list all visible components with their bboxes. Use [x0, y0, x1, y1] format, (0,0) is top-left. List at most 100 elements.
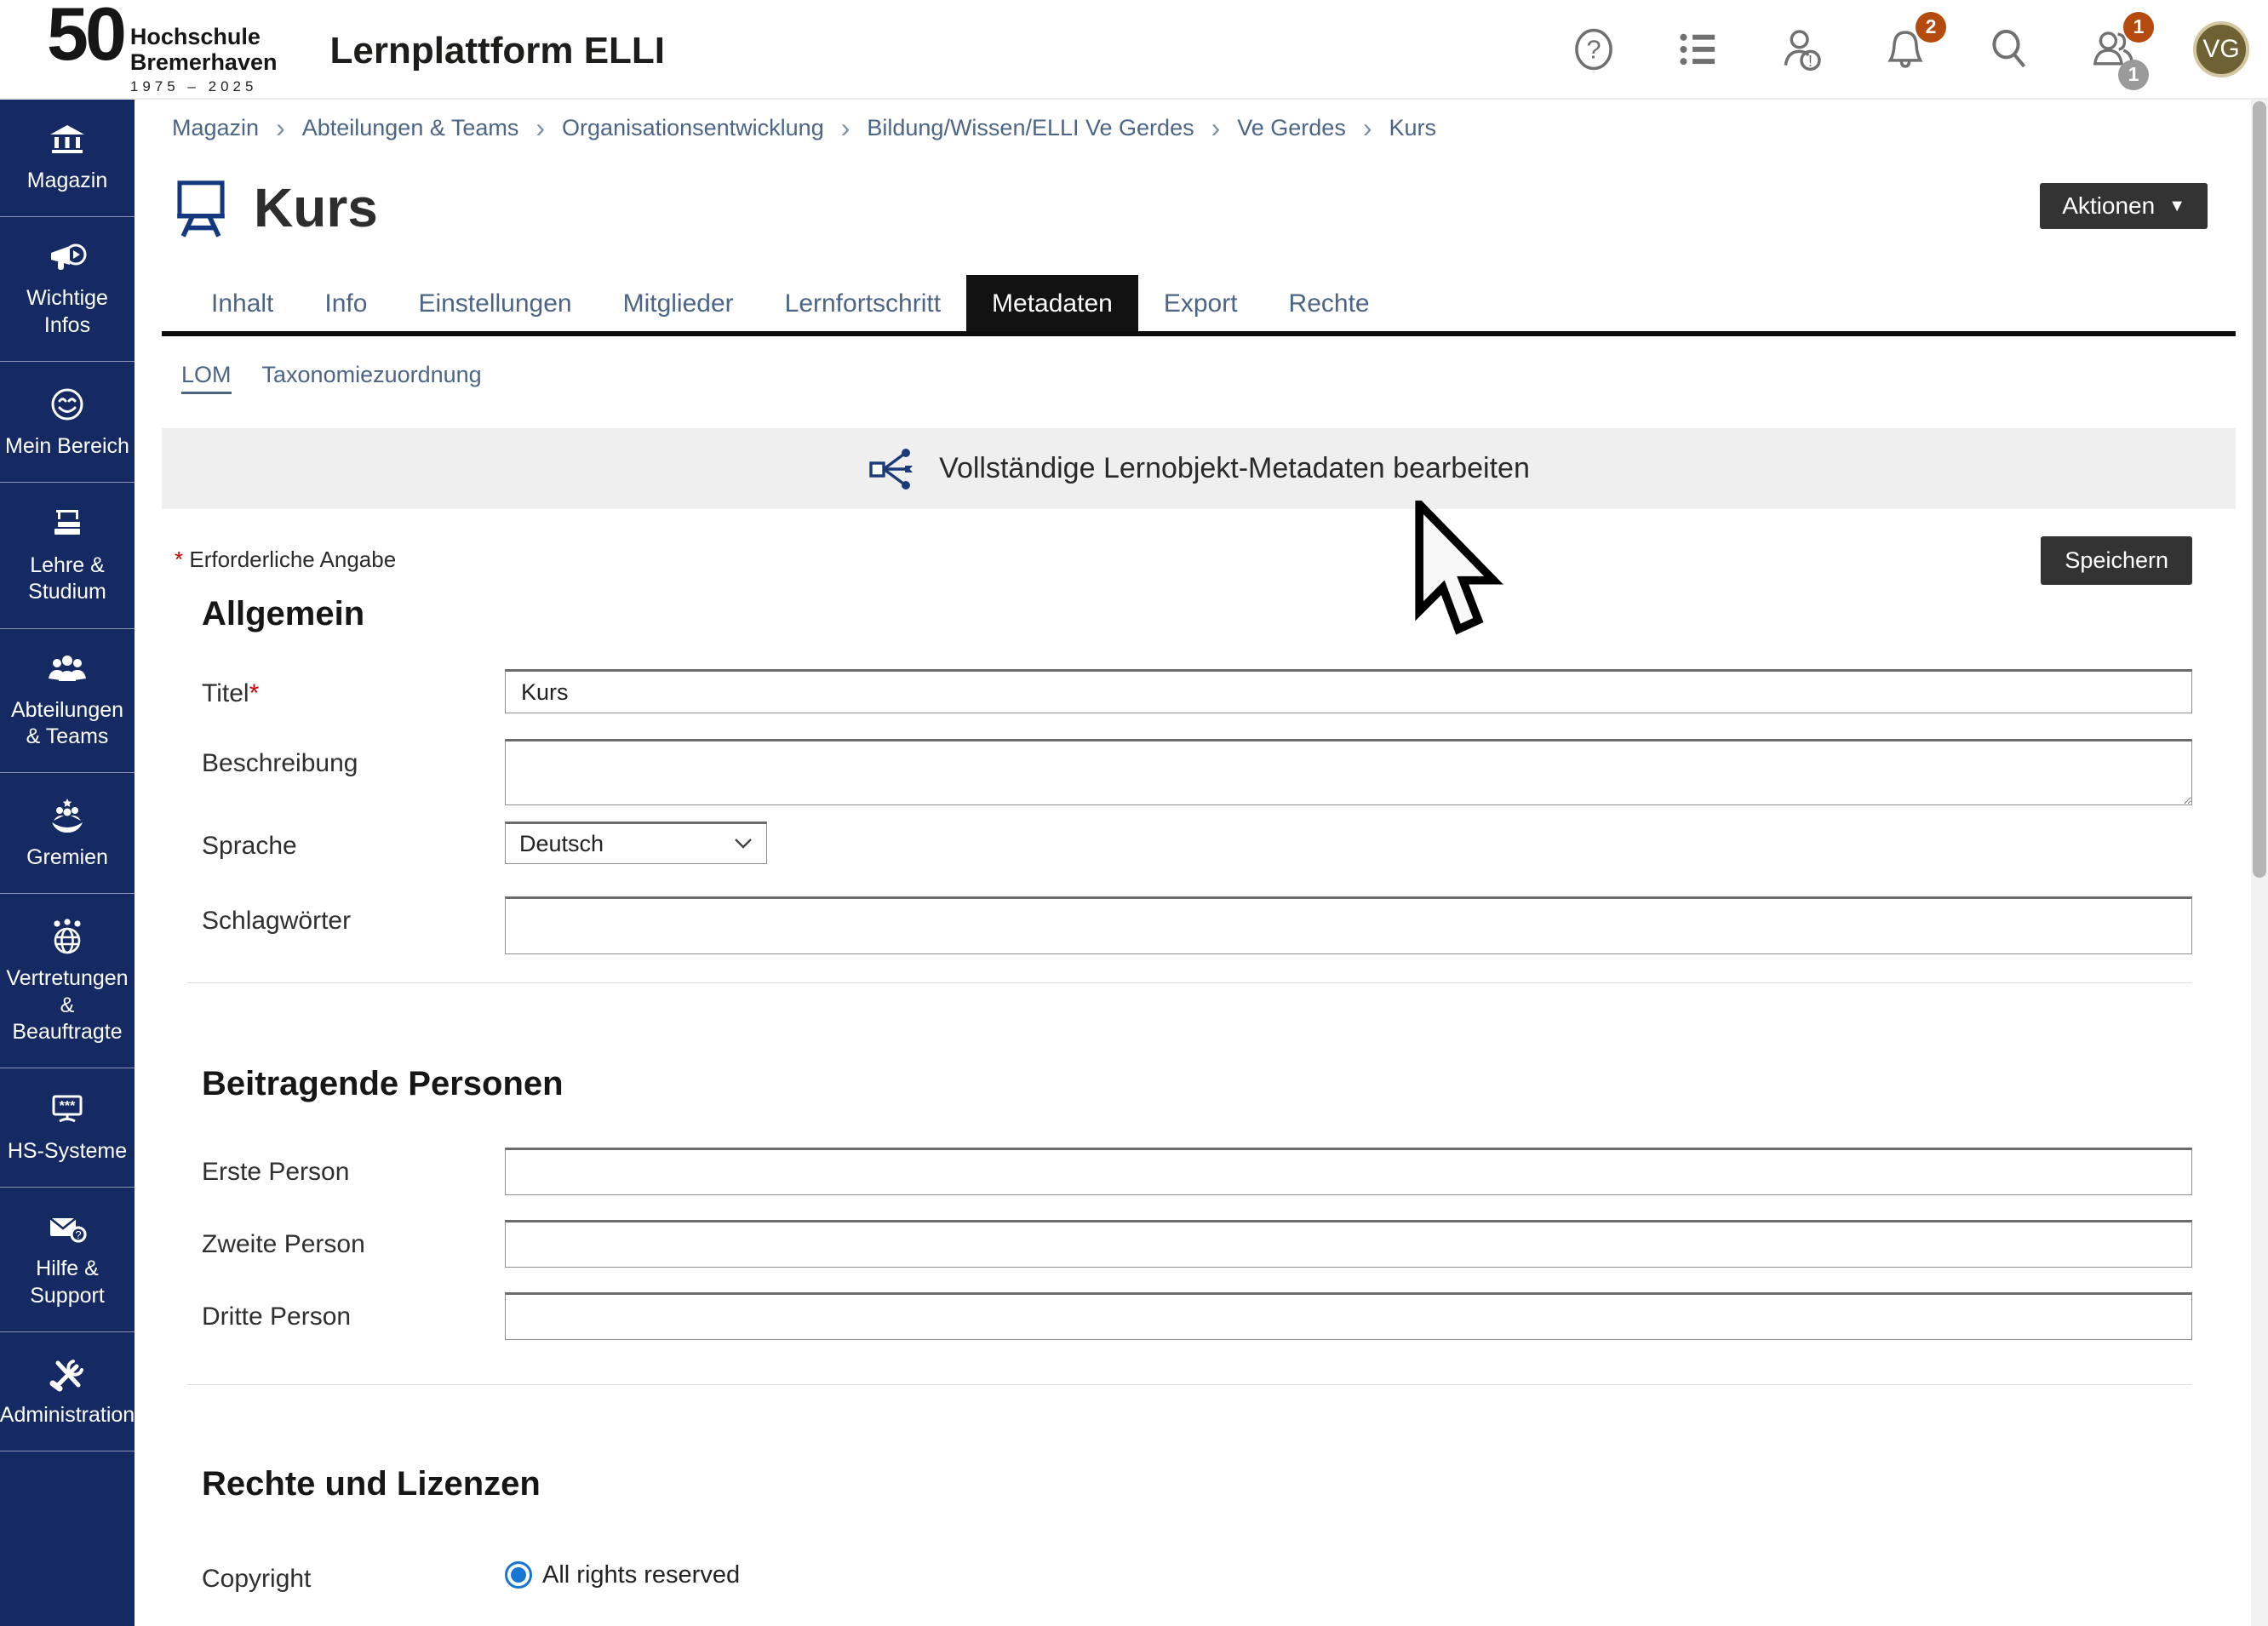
- who-is-online-button[interactable]: !: [1778, 26, 1825, 73]
- main-sidebar: Magazin Wichtige Infos Mein Bereich Lehr…: [0, 100, 135, 1626]
- zweite-person-label: Zweite Person: [202, 1220, 505, 1268]
- sidebar-label: Administration: [0, 1402, 135, 1428]
- section-divider: [187, 982, 2192, 983]
- erste-person-input[interactable]: [505, 1148, 2192, 1195]
- sidebar-item-gremien[interactable]: Gremien: [0, 773, 135, 894]
- required-hint: * Erforderliche Angabe: [175, 547, 396, 573]
- breadcrumb-separator: ›: [536, 114, 545, 141]
- sidebar-item-vertretungen-beauftragte[interactable]: Vertretungen & Beauftragte: [0, 894, 135, 1068]
- svg-text:?: ?: [75, 1228, 81, 1241]
- breadcrumb-link-kurs[interactable]: Kurs: [1389, 115, 1436, 141]
- contacts-button[interactable]: 1 1: [2089, 26, 2137, 73]
- breadcrumb-link-magazin[interactable]: Magazin: [172, 115, 259, 141]
- help-icon: ?: [1572, 27, 1616, 72]
- subtab-lom[interactable]: LOM: [181, 362, 232, 394]
- sidebar-item-lehre-studium[interactable]: Lehre & Studium: [0, 483, 135, 629]
- subtab-bar: LOM Taxonomiezuordnung: [162, 362, 2236, 394]
- beschreibung-field-wrap: [505, 739, 2192, 810]
- zweite-person-field-wrap: [505, 1220, 2192, 1268]
- form-row-schlagwoerter: Schlagwörter: [162, 896, 2208, 954]
- svg-text:?: ?: [1586, 34, 1601, 64]
- megaphone-icon: [48, 241, 87, 275]
- person-status-icon: !: [1778, 26, 1825, 73]
- sidebar-item-magazin[interactable]: Magazin: [0, 100, 135, 217]
- main-area: Magazin › Abteilungen & Teams › Organisa…: [135, 101, 2251, 1626]
- sidebar-item-administration[interactable]: Administration: [0, 1332, 135, 1451]
- sidebar-label: Mein Bereich: [5, 433, 129, 460]
- vertical-scrollbar-thumb[interactable]: [2253, 101, 2266, 878]
- tab-rechte[interactable]: Rechte: [1263, 275, 1395, 331]
- subtab-taxonomiezuordnung[interactable]: Taxonomiezuordnung: [262, 362, 482, 394]
- sprache-select[interactable]: Deutsch: [505, 822, 767, 864]
- breadcrumb-link-bildung-wissen[interactable]: Bildung/Wissen/ELLI Ve Gerdes: [867, 115, 1194, 141]
- save-button[interactable]: Speichern: [2041, 536, 2192, 585]
- monitor-icon: ***: [48, 1092, 87, 1128]
- tab-inhalt[interactable]: Inhalt: [186, 275, 299, 331]
- form-row-zweite-person: Zweite Person: [162, 1220, 2208, 1268]
- help-button[interactable]: ?: [1570, 26, 1618, 73]
- sidebar-label: Abteilungen & Teams: [5, 697, 129, 751]
- sidebar-item-mein-bereich[interactable]: Mein Bereich: [0, 362, 135, 483]
- tab-mitglieder[interactable]: Mitglieder: [598, 275, 759, 331]
- titel-label: Titel*: [202, 669, 505, 713]
- page-title-row: Kurs Aktionen ▼: [162, 171, 2236, 244]
- erste-person-field-wrap: [505, 1148, 2192, 1195]
- dritte-person-input[interactable]: [505, 1292, 2192, 1340]
- sidebar-label: Magazin: [27, 168, 108, 194]
- search-button[interactable]: [1985, 26, 2033, 73]
- form-row-sprache: Sprache Deutsch: [162, 822, 2208, 864]
- app-title: Lernplattform ELLI: [329, 30, 665, 72]
- breadcrumb-link-abteilungen-teams[interactable]: Abteilungen & Teams: [302, 115, 519, 141]
- all-rights-reserved-radio[interactable]: [505, 1561, 532, 1589]
- sidebar-filler: [0, 1451, 135, 1626]
- schlagwoerter-input[interactable]: [505, 896, 2192, 954]
- tab-export[interactable]: Export: [1138, 275, 1263, 331]
- breadcrumb-link-organisationsentwicklung[interactable]: Organisationsentwicklung: [562, 115, 824, 141]
- zweite-person-input[interactable]: [505, 1220, 2192, 1268]
- sidebar-item-wichtige-infos[interactable]: Wichtige Infos: [0, 217, 135, 362]
- sidebar-item-hilfe-support[interactable]: ? Hilfe & Support: [0, 1188, 135, 1332]
- required-row: * Erforderliche Angabe Speichern: [162, 536, 2208, 585]
- section-heading-rechte: Rechte und Lizenzen: [202, 1465, 2208, 1503]
- titel-field-wrap: [505, 669, 2192, 713]
- form-row-erste-person: Erste Person: [162, 1148, 2208, 1195]
- actions-button[interactable]: Aktionen ▼: [2040, 183, 2208, 229]
- svg-text:!: !: [1808, 51, 1813, 69]
- sprache-field-wrap: Deutsch: [505, 822, 2192, 864]
- committee-icon: [47, 797, 88, 834]
- form-row-titel: Titel*: [162, 669, 2208, 713]
- sidebar-item-hs-systeme[interactable]: *** HS-Systeme: [0, 1068, 135, 1188]
- schlagwoerter-field-wrap: [505, 896, 2192, 954]
- tab-lernfortschritt[interactable]: Lernfortschritt: [759, 275, 966, 331]
- required-asterisk: *: [175, 547, 183, 572]
- sprache-label: Sprache: [202, 822, 505, 864]
- list-menu-button[interactable]: [1674, 26, 1721, 73]
- breadcrumb-separator: ›: [276, 114, 285, 141]
- logo-text-block: Hochschule Bremerhaven 1975 – 2025: [130, 25, 278, 94]
- share-nodes-icon: [868, 445, 915, 493]
- logo-line1: Hochschule: [130, 25, 278, 49]
- tab-bar: Inhalt Info Einstellungen Mitglieder Ler…: [162, 275, 2236, 336]
- user-avatar[interactable]: VG: [2193, 21, 2249, 77]
- erste-person-label: Erste Person: [202, 1148, 505, 1195]
- sidebar-label: Lehre & Studium: [5, 552, 129, 606]
- vertical-scrollbar-track[interactable]: [2251, 100, 2268, 1626]
- tab-einstellungen[interactable]: Einstellungen: [392, 275, 597, 331]
- header-toolbar: ? ! 2: [1570, 21, 2249, 77]
- beschreibung-textarea[interactable]: [505, 739, 2192, 805]
- tab-metadaten[interactable]: Metadaten: [966, 275, 1138, 331]
- titel-input[interactable]: [505, 669, 2192, 713]
- notifications-button[interactable]: 2: [1881, 26, 1929, 73]
- section-heading-allgemein: Allgemein: [202, 595, 2208, 633]
- breadcrumb-separator: ›: [1363, 114, 1372, 141]
- top-header: 50 Hochschule Bremerhaven 1975 – 2025 Le…: [0, 0, 2268, 100]
- sidebar-item-abteilungen-teams[interactable]: Abteilungen & Teams: [0, 629, 135, 774]
- smiley-icon: [49, 386, 86, 423]
- hochschule-bremerhaven-logo[interactable]: 50 Hochschule Bremerhaven 1975 – 2025: [47, 3, 277, 94]
- sprache-select-value: Deutsch: [519, 831, 604, 857]
- breadcrumb-link-ve-gerdes[interactable]: Ve Gerdes: [1237, 115, 1346, 141]
- edit-full-metadata-banner[interactable]: Vollständige Lernobjekt-Metadaten bearbe…: [162, 428, 2236, 509]
- tab-info[interactable]: Info: [299, 275, 392, 331]
- copyright-label: Copyright: [202, 1554, 505, 1594]
- titel-required-asterisk: *: [249, 679, 260, 707]
